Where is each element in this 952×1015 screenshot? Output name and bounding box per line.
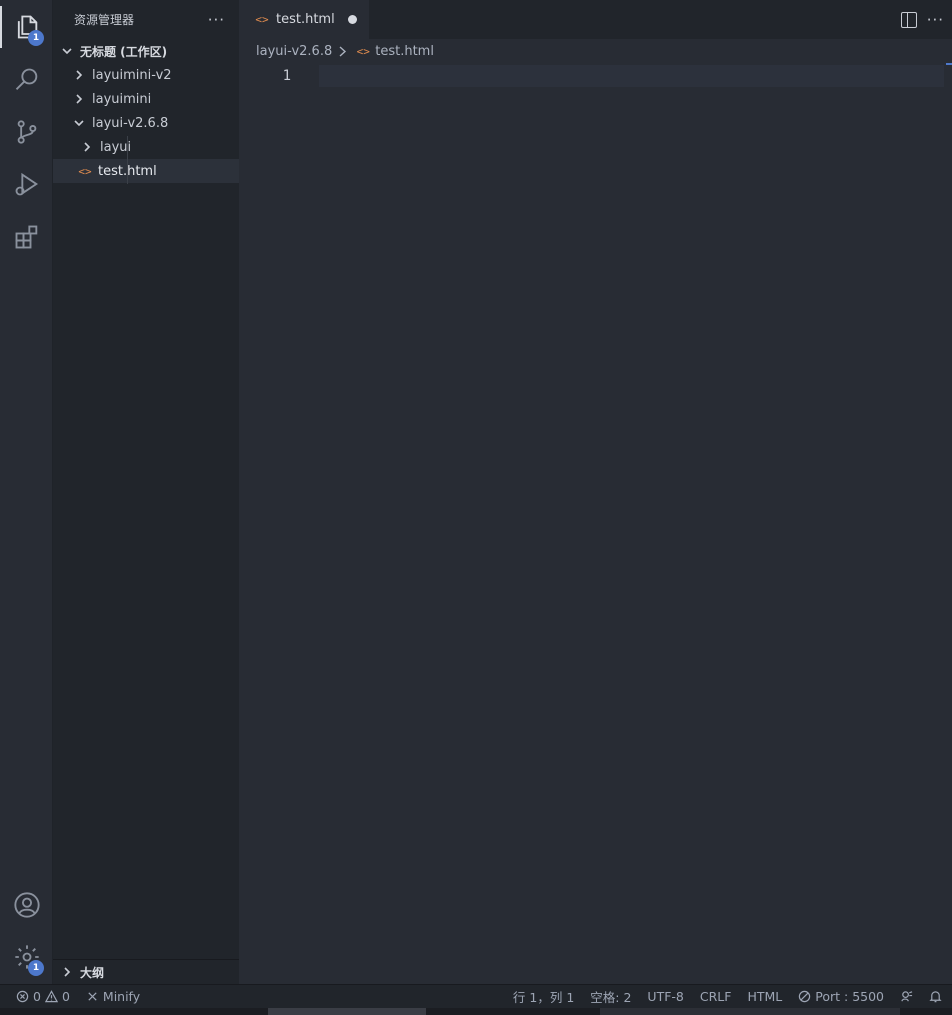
scrollbar-cursor-mark[interactable] <box>946 63 952 65</box>
search-button[interactable] <box>0 55 53 105</box>
minify-icon <box>88 992 97 1001</box>
feedback-button[interactable] <box>892 985 921 1009</box>
explorer-more-button[interactable]: ··· <box>208 11 225 29</box>
split-editor-icon[interactable] <box>900 11 917 28</box>
explorer-badge: 1 <box>28 30 44 46</box>
chevron-right-icon <box>59 964 75 980</box>
breadcrumb-file[interactable]: test.html <box>375 44 434 59</box>
breadcrumb: layui-v2.6.8 <> test.html <box>239 39 952 63</box>
tree-item-test-html[interactable]: <> test.html <box>53 159 239 183</box>
run-debug-button[interactable] <box>0 159 53 209</box>
end-of-line[interactable]: CRLF <box>692 985 740 1009</box>
account-icon <box>13 892 40 918</box>
editor-more-button[interactable]: ··· <box>927 11 944 29</box>
chevron-right-icon <box>71 67 87 83</box>
bell-icon <box>929 991 942 1003</box>
chevron-right-icon <box>79 139 95 155</box>
feedback-icon <box>901 991 913 1002</box>
language-mode[interactable]: HTML <box>739 985 790 1009</box>
indent-guide <box>127 136 128 184</box>
tree-item-layuimini-v2[interactable]: layuimini-v2 <box>53 63 239 87</box>
status-bar: 0 0 Minify 行 1，列 1 空格: 2 UTF-8 CRLF HTML… <box>0 984 952 1008</box>
search-icon <box>15 68 37 90</box>
indentation[interactable]: 空格: 2 <box>582 985 639 1009</box>
cursor-position[interactable]: 行 1，列 1 <box>505 985 582 1009</box>
outline-section[interactable]: 大纲 <box>53 959 239 984</box>
tab-test-html[interactable]: <> test.html <box>239 0 369 39</box>
html-file-icon: <> <box>78 164 92 178</box>
explorer-button[interactable]: 1 <box>0 2 53 52</box>
html-file-icon: <> <box>255 13 269 26</box>
warning-icon <box>44 990 58 1003</box>
current-line-highlight <box>319 65 944 87</box>
tree-item-layuimini[interactable]: layuimini <box>53 87 239 111</box>
tree-item-label: layuimini <box>92 91 152 107</box>
source-control-button[interactable] <box>0 107 53 157</box>
encoding[interactable]: UTF-8 <box>639 985 691 1009</box>
breadcrumb-folder[interactable]: layui-v2.6.8 <box>256 44 332 59</box>
line-number: 1 <box>282 68 291 84</box>
explorer-title: 资源管理器 <box>74 13 135 27</box>
explorer-header: 资源管理器 ··· <box>53 0 239 39</box>
block-icon <box>799 990 811 1003</box>
minify-label: Minify <box>102 989 141 1004</box>
problems-indicator[interactable]: 0 0 <box>0 985 78 1009</box>
warning-count: 0 <box>61 989 70 1004</box>
tree-item-label: layui-v2.6.8 <box>92 115 169 131</box>
tab-label: test.html <box>276 12 335 27</box>
error-count: 0 <box>33 989 41 1004</box>
tree-item-layui-v2-6-8[interactable]: layui-v2.6.8 <box>53 111 239 135</box>
html-file-icon: <> <box>356 44 370 58</box>
workspace-section[interactable]: 无标题 (工作区) <box>53 39 239 63</box>
accounts-button[interactable] <box>0 880 53 930</box>
tree-item-label: layuimini-v2 <box>92 67 172 83</box>
chevron-right-icon <box>71 91 87 107</box>
settings-badge: 1 <box>28 960 44 976</box>
source-control-icon <box>17 120 36 144</box>
manage-button[interactable]: 1 <box>0 932 53 982</box>
live-server-port[interactable]: Port : 5500 <box>790 985 892 1009</box>
extensions-button[interactable] <box>0 212 53 262</box>
activity-bar: 1 1 <box>0 0 53 984</box>
unsaved-dot-icon[interactable] <box>348 15 357 24</box>
outline-title: 大纲 <box>80 965 105 980</box>
chevron-down-icon <box>71 115 87 131</box>
chevron-right-icon <box>338 45 347 57</box>
minify-button[interactable]: Minify <box>78 985 148 1009</box>
code-editor[interactable]: 1 <box>239 63 952 984</box>
tab-bar: <> test.html ··· <box>239 0 952 39</box>
port-label: Port : 5500 <box>815 989 884 1004</box>
editor-actions: ··· <box>900 0 944 39</box>
explorer-sidebar: 资源管理器 ··· 无标题 (工作区) layuimini-v2 layuimi… <box>53 0 239 959</box>
tree-item-layui[interactable]: layui <box>53 135 239 159</box>
taskbar-strip <box>0 1008 952 1015</box>
workspace-title: 无标题 (工作区) <box>80 44 168 59</box>
chevron-down-icon <box>59 43 75 59</box>
run-debug-icon <box>15 172 38 196</box>
notifications-button[interactable] <box>921 985 952 1009</box>
error-icon <box>16 990 29 1003</box>
extensions-icon <box>15 225 37 249</box>
